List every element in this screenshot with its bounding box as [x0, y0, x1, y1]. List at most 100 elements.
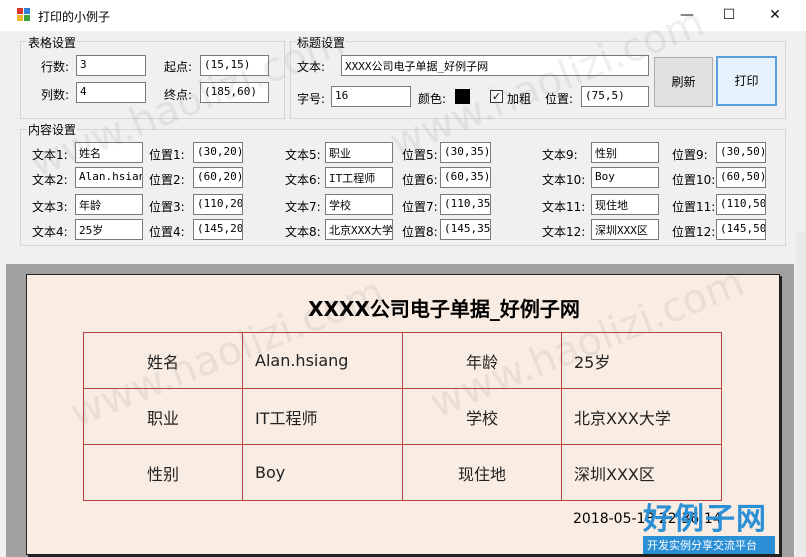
- logo-subtitle: 开发实例分享交流平台: [643, 536, 775, 554]
- table-cell: 现住地: [402, 444, 562, 501]
- title-pos-input[interactable]: (75,5): [581, 86, 649, 107]
- content-pos-input[interactable]: (110,50): [716, 194, 766, 215]
- table-cell: 学校: [402, 388, 562, 445]
- color-label: 颜色:: [418, 92, 447, 106]
- content-text-label: 文本10:: [542, 173, 586, 187]
- content-text-input[interactable]: 25岁: [75, 219, 143, 240]
- content-pos-input[interactable]: (145,20): [193, 219, 243, 240]
- maximize-button[interactable]: ☐: [706, 0, 752, 31]
- content-pos-label: 位置12:: [672, 225, 716, 239]
- table-cell: 北京XXX大学: [561, 388, 722, 445]
- rows-label: 行数:: [41, 60, 70, 74]
- content-text-label: 文本7:: [285, 200, 321, 214]
- content-pos-label: 位置6:: [402, 173, 438, 187]
- content-pos-label: 位置1:: [149, 148, 185, 162]
- content-pos-input[interactable]: (145,35): [440, 219, 491, 240]
- content-text-input[interactable]: Alan.hsiang: [75, 167, 143, 188]
- content-text-input[interactable]: 现住地: [591, 194, 659, 215]
- content-text-label: 文本9:: [542, 148, 578, 162]
- content-text-label: 文本5:: [285, 148, 321, 162]
- content-text-label: 文本11:: [542, 200, 586, 214]
- title-bar: 打印的小例子 — ☐ ✕: [0, 0, 806, 31]
- content-pos-label: 位置2:: [149, 173, 185, 187]
- content-pos-input[interactable]: (110,20): [193, 194, 243, 215]
- app-icon: [17, 8, 31, 22]
- table-cell: 姓名: [83, 332, 243, 389]
- content-pos-input[interactable]: (110,35): [440, 194, 491, 215]
- content-text-label: 文本1:: [32, 148, 68, 162]
- table-settings-label: 表格设置: [27, 34, 78, 51]
- content-pos-label: 位置10:: [672, 173, 716, 187]
- content-text-label: 文本2:: [32, 173, 68, 187]
- content-pos-input[interactable]: (30,50): [716, 142, 766, 163]
- table-cell: 性别: [83, 444, 243, 501]
- close-button[interactable]: ✕: [752, 0, 798, 31]
- table-cell: Boy: [242, 444, 403, 501]
- content-pos-input[interactable]: (145,50): [716, 219, 766, 240]
- content-pos-label: 位置8:: [402, 225, 438, 239]
- font-size-input[interactable]: 16: [331, 86, 411, 107]
- end-label: 终点:: [164, 88, 193, 102]
- table-row: 性别 Boy 现住地 深圳XXX区: [83, 444, 722, 501]
- content-pos-label: 位置3:: [149, 200, 185, 214]
- title-pos-label: 位置:: [545, 92, 574, 106]
- logo-title: 好例子网: [643, 502, 767, 537]
- content-pos-label: 位置11:: [672, 200, 716, 214]
- content-pos-label: 位置5:: [402, 148, 438, 162]
- table-cell: Alan.hsiang: [242, 332, 403, 389]
- table-cell: IT工程师: [242, 388, 403, 445]
- table-row: 职业 IT工程师 学校 北京XXX大学: [83, 388, 722, 445]
- content-text-input[interactable]: 学校: [325, 194, 393, 215]
- content-pos-label: 位置4:: [149, 225, 185, 239]
- table-cell: 深圳XXX区: [561, 444, 722, 501]
- table-cell: 25岁: [561, 332, 722, 389]
- content-text-input[interactable]: 姓名: [75, 142, 143, 163]
- content-text-label: 文本4:: [32, 225, 68, 239]
- content-pos-input[interactable]: (60,35): [440, 167, 491, 188]
- content-pos-input[interactable]: (60,50): [716, 167, 766, 188]
- watermark-logo: 好例子网 开发实例分享交流平台: [643, 494, 775, 554]
- content-text-input[interactable]: 性别: [591, 142, 659, 163]
- start-input[interactable]: (15,15): [200, 55, 269, 76]
- title-text-label: 文本:: [297, 60, 326, 74]
- end-input[interactable]: (185,60): [200, 82, 269, 103]
- content-text-input[interactable]: Boy: [591, 167, 659, 188]
- content-pos-input[interactable]: (60,20): [193, 167, 243, 188]
- content-text-label: 文本12:: [542, 225, 586, 239]
- content-pos-label: 位置9:: [672, 148, 708, 162]
- bold-checkbox[interactable]: ✓: [490, 90, 503, 103]
- content-settings-label: 内容设置: [27, 121, 78, 138]
- font-size-label: 字号:: [297, 92, 326, 106]
- content-text-input[interactable]: 深圳XXX区: [591, 219, 659, 240]
- title-settings-label: 标题设置: [296, 34, 347, 51]
- preview-title: XXXX公司电子单据_好例子网: [308, 297, 580, 321]
- content-text-input[interactable]: 年龄: [75, 194, 143, 215]
- background-window-edge: [796, 232, 806, 557]
- content-text-input[interactable]: 职业: [325, 142, 393, 163]
- content-text-input[interactable]: 北京XXX大学: [325, 219, 393, 240]
- window-title: 打印的小例子: [38, 10, 111, 24]
- content-text-input[interactable]: IT工程师: [325, 167, 393, 188]
- cols-label: 列数:: [41, 88, 70, 102]
- cols-input[interactable]: 4: [76, 82, 146, 103]
- preview-table: 姓名 Alan.hsiang 年龄 25岁 职业 IT工程师 学校 北京XXX大学 性别 Boy 现…: [83, 332, 722, 501]
- table-cell: 年龄: [402, 332, 562, 389]
- start-label: 起点:: [164, 60, 193, 74]
- content-text-label: 文本8:: [285, 225, 321, 239]
- table-settings-group: [20, 41, 285, 119]
- content-pos-input[interactable]: (30,20): [193, 142, 243, 163]
- title-text-input[interactable]: XXXX公司电子单据_好例子网: [341, 55, 649, 76]
- bold-label: 加粗: [507, 92, 532, 106]
- app-window: 打印的小例子 — ☐ ✕ 表格设置 行数: 3 列数: 4 起点: (15,15…: [0, 0, 806, 557]
- table-cell: 职业: [83, 388, 243, 445]
- content-text-label: 文本6:: [285, 173, 321, 187]
- table-row: 姓名 Alan.hsiang 年龄 25岁: [83, 332, 722, 389]
- content-pos-input[interactable]: (30,35): [440, 142, 491, 163]
- content-pos-label: 位置7:: [402, 200, 438, 214]
- refresh-button[interactable]: 刷新: [654, 57, 713, 107]
- color-swatch[interactable]: [455, 89, 470, 104]
- print-button[interactable]: 打印: [716, 56, 777, 106]
- content-text-label: 文本3:: [32, 200, 68, 214]
- rows-input[interactable]: 3: [76, 55, 146, 76]
- minimize-button[interactable]: —: [664, 0, 710, 31]
